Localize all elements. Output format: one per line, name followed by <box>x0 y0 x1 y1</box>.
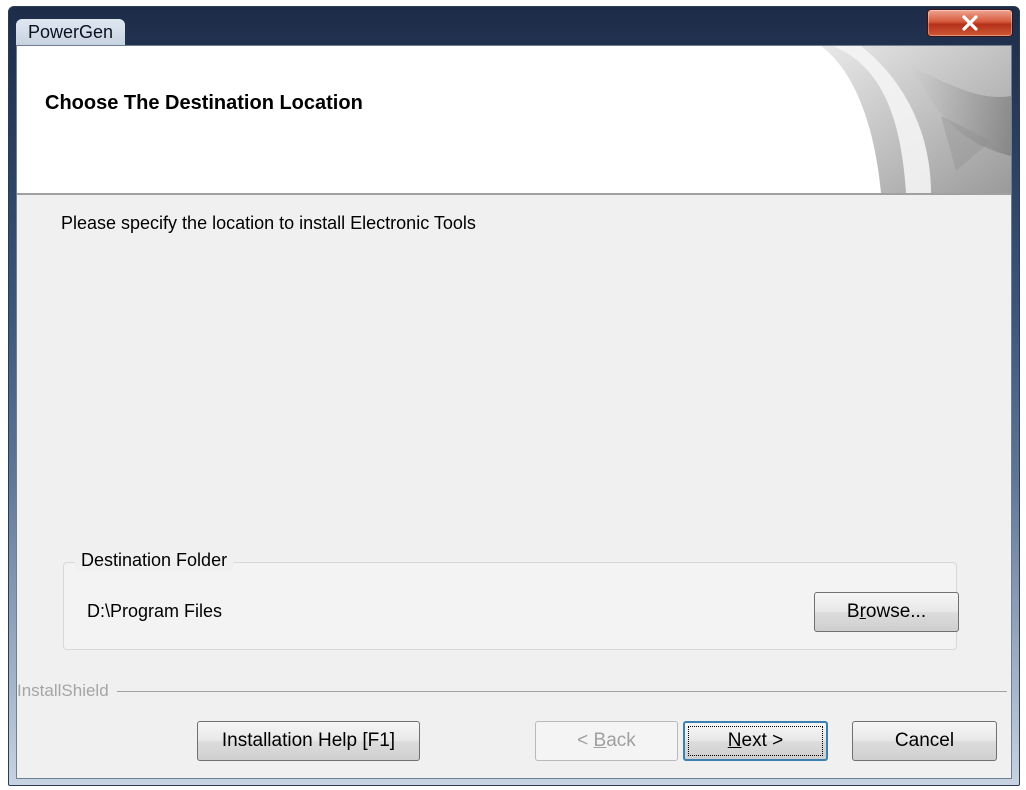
installer-window: PowerGen Choose The Destination Location <box>8 6 1020 786</box>
back-button[interactable]: < Back <box>535 721 678 761</box>
back-rest: ack <box>606 730 636 751</box>
separator-line <box>17 691 1007 692</box>
window-title-text: PowerGen <box>28 21 114 42</box>
next-button[interactable]: Next > <box>683 721 828 761</box>
window-title: PowerGen <box>16 19 126 45</box>
browse-label-end: owse... <box>865 601 927 622</box>
installation-help-button[interactable]: Installation Help [F1] <box>197 721 420 761</box>
back-prefix: < <box>577 730 594 751</box>
header-panel: Choose The Destination Location <box>17 46 1011 195</box>
focus-ring <box>688 726 823 756</box>
installation-help-label: Installation Help [F1] <box>221 730 396 751</box>
title-bar[interactable]: PowerGen <box>9 7 1019 45</box>
browse-label-start: B <box>846 601 860 622</box>
cancel-button[interactable]: Cancel <box>852 721 997 761</box>
destination-path: D:\Program Files <box>87 601 223 621</box>
instruction-text: Please specify the location to install E… <box>61 213 476 233</box>
page-curl-graphic <box>821 46 1011 193</box>
close-icon <box>962 15 978 31</box>
brand-separator: InstallShield <box>17 681 1007 701</box>
back-mnemonic: B <box>593 730 607 751</box>
close-button[interactable] <box>927 9 1013 37</box>
destination-folder-label: Destination Folder <box>75 550 234 571</box>
brand-label: InstallShield <box>17 681 117 701</box>
cancel-label: Cancel <box>894 730 955 751</box>
browse-button[interactable]: Br owse... <box>814 592 959 632</box>
page-title: Choose The Destination Location <box>45 92 363 114</box>
dialog-body: Choose The Destination Location Please s… <box>16 45 1012 779</box>
